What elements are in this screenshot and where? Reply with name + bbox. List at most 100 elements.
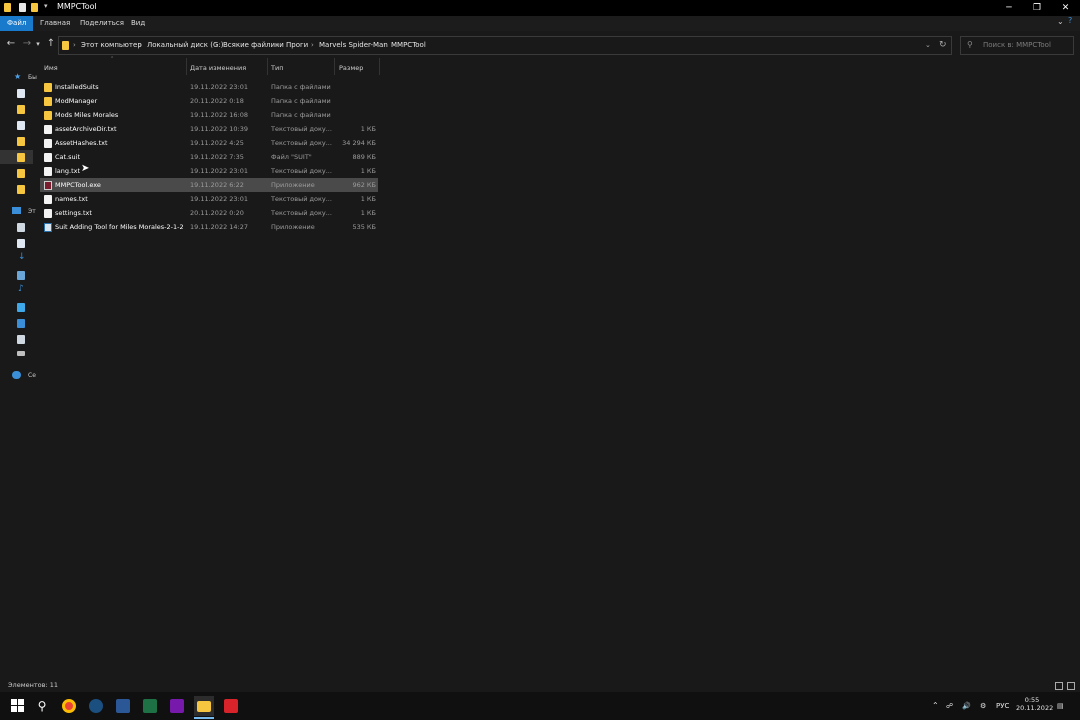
- minimize-button[interactable]: ─: [995, 0, 1023, 16]
- up-button[interactable]: ↑: [45, 37, 57, 51]
- file-type: Приложение: [271, 181, 315, 189]
- folder-icon[interactable]: [17, 137, 25, 146]
- column-header-type[interactable]: Тип: [271, 61, 283, 75]
- file-row[interactable]: assetArchiveDir.txt 19.11.2022 10:39 Текст…: [40, 122, 378, 136]
- network-icon[interactable]: ☍: [946, 692, 953, 720]
- word-icon[interactable]: [113, 696, 133, 716]
- ribbon-expand-icon[interactable]: ⌄: [1057, 17, 1064, 26]
- window-controls: ─ ❐ ✕: [995, 0, 1080, 16]
- pictures-icon[interactable]: [17, 319, 25, 328]
- column-header-name[interactable]: Имя: [44, 61, 58, 75]
- file-size: 535 КБ: [352, 223, 376, 231]
- start-button[interactable]: [8, 696, 28, 716]
- file-row[interactable]: MMPCTool.exe 19.11.2022 6:22 Приложение 962…: [40, 178, 378, 192]
- excel-icon[interactable]: [140, 696, 160, 716]
- search-icon[interactable]: ⚲: [32, 696, 52, 716]
- network-icon[interactable]: [12, 371, 21, 379]
- tray-chevron-icon[interactable]: ⌃: [932, 692, 939, 720]
- column-divider[interactable]: [267, 58, 268, 75]
- clock-date: 20.11.2022: [1016, 704, 1054, 712]
- tab-file[interactable]: Файл: [0, 16, 34, 31]
- breadcrumb-chevron-icon[interactable]: ›: [311, 37, 314, 54]
- this-pc-icon[interactable]: [12, 207, 21, 214]
- document-icon[interactable]: [17, 121, 25, 130]
- file-row[interactable]: names.txt 19.11.2022 23:01 Текстовый доку.…: [40, 192, 378, 206]
- drive-icon[interactable]: [17, 351, 25, 356]
- tab-share[interactable]: Поделиться: [73, 16, 131, 31]
- taskbar: ⚲ ⌃ ☍ 🔊 ⚙ РУС 0:55 20.11.2022 ▤: [0, 692, 1080, 720]
- onenote-icon[interactable]: [167, 696, 187, 716]
- folder-icon[interactable]: [17, 153, 25, 162]
- quick-access-star-icon[interactable]: ★: [14, 72, 21, 81]
- forward-button[interactable]: →: [21, 37, 33, 51]
- downloads-icon[interactable]: ↓: [18, 252, 26, 262]
- maximize-button[interactable]: ❐: [1023, 0, 1051, 16]
- folder-icon[interactable]: [17, 185, 25, 194]
- clock[interactable]: 0:55 20.11.2022: [1016, 696, 1054, 712]
- column-divider[interactable]: [379, 58, 380, 75]
- help-icon[interactable]: ?: [1068, 16, 1072, 25]
- breadcrumb-chevron-icon[interactable]: ›: [139, 37, 142, 54]
- steam-icon[interactable]: [86, 696, 106, 716]
- file-row[interactable]: settings.txt 20.11.2022 0:20 Текстовый док…: [40, 206, 378, 220]
- close-button[interactable]: ✕: [1051, 0, 1080, 16]
- large-icons-view-icon[interactable]: [1067, 682, 1075, 690]
- column-header-date[interactable]: Дата изменения: [190, 61, 246, 75]
- file-row[interactable]: Suit Adding Tool for Miles Morales-2-1-2…: [40, 220, 378, 234]
- tab-home[interactable]: Главная: [33, 16, 77, 31]
- file-explorer-icon[interactable]: [194, 696, 214, 716]
- breadcrumb-progs[interactable]: Проги: [286, 37, 308, 54]
- input-language[interactable]: РУС: [996, 692, 1009, 720]
- clock-time: 0:55: [1024, 696, 1040, 704]
- 3d-objects-icon[interactable]: [17, 303, 25, 312]
- file-row[interactable]: AssetHashes.txt 19.11.2022 4:25 Текстовый …: [40, 136, 378, 150]
- music-icon[interactable]: ♪: [18, 284, 24, 294]
- file-type: Приложение: [271, 223, 315, 231]
- column-divider[interactable]: [334, 58, 335, 75]
- address-dropdown-icon[interactable]: ⌄: [925, 37, 931, 54]
- file-row[interactable]: InstalledSuits 19.11.2022 23:01 Папка с фа…: [40, 80, 378, 94]
- breadcrumb-this-pc[interactable]: Этот компьютер: [81, 37, 142, 54]
- nav-quick-access-label[interactable]: Бы: [28, 74, 37, 81]
- column-header-size[interactable]: Размер: [339, 61, 363, 75]
- desktop-icon[interactable]: [17, 271, 25, 280]
- folder-icon[interactable]: [17, 169, 25, 178]
- drive-icon[interactable]: [17, 223, 25, 232]
- breadcrumb-chevron-icon[interactable]: ›: [215, 37, 218, 54]
- document-icon[interactable]: [17, 89, 25, 98]
- breadcrumb-files[interactable]: Всякие файлики: [223, 37, 284, 54]
- quick-access-dropdown-icon[interactable]: ▾: [44, 2, 48, 10]
- breadcrumb-mmpctool[interactable]: MMPCTool: [391, 37, 426, 54]
- address-bar[interactable]: › Этот компьютер › Локальный диск (G:) ›…: [58, 36, 952, 55]
- amd-icon[interactable]: [221, 696, 241, 716]
- recent-locations-icon[interactable]: ▾: [34, 37, 42, 51]
- volume-icon[interactable]: 🔊: [962, 692, 971, 720]
- breadcrumb-chevron-icon[interactable]: ›: [383, 37, 386, 54]
- breadcrumb-chevron-icon[interactable]: ›: [73, 37, 76, 54]
- properties-icon[interactable]: [19, 3, 26, 12]
- folder-icon[interactable]: [17, 105, 25, 114]
- back-button[interactable]: ←: [5, 37, 17, 51]
- file-row[interactable]: ModManager 20.11.2022 0:18 Папка с файлами: [40, 94, 378, 108]
- search-box[interactable]: ⚲ Поиск в: MMPCTool: [960, 36, 1074, 55]
- file-date: 19.11.2022 7:35: [190, 153, 244, 161]
- drive-icon[interactable]: [17, 335, 25, 344]
- file-row[interactable]: Cat.suit 19.11.2022 7:35 Файл "SUIT" 889 КБ: [40, 150, 378, 164]
- refresh-icon[interactable]: ↻: [939, 37, 947, 54]
- nav-network-label[interactable]: Се: [28, 372, 36, 379]
- search-input[interactable]: Поиск в: MMPCTool: [983, 37, 1051, 54]
- notifications-icon[interactable]: ▤: [1057, 692, 1064, 720]
- file-row[interactable]: lang.txt 19.11.2022 23:01 Текстовый доку..…: [40, 164, 378, 178]
- breadcrumb-spider-man[interactable]: Marvels Spider-Man: [319, 37, 388, 54]
- column-divider[interactable]: [186, 58, 187, 75]
- tab-view[interactable]: Вид: [124, 16, 152, 31]
- document-icon[interactable]: [17, 239, 25, 248]
- file-row[interactable]: Mods Miles Morales 19.11.2022 16:08 Папка …: [40, 108, 378, 122]
- nav-this-pc-label[interactable]: Эт: [28, 208, 36, 215]
- details-view-icon[interactable]: [1055, 682, 1063, 690]
- breadcrumb-chevron-icon[interactable]: ›: [277, 37, 280, 54]
- chrome-icon[interactable]: [59, 696, 79, 716]
- new-folder-icon[interactable]: [31, 3, 38, 12]
- language-switch-icon[interactable]: ⚙: [980, 692, 986, 720]
- breadcrumb-local-disk[interactable]: Локальный диск (G:): [147, 37, 223, 54]
